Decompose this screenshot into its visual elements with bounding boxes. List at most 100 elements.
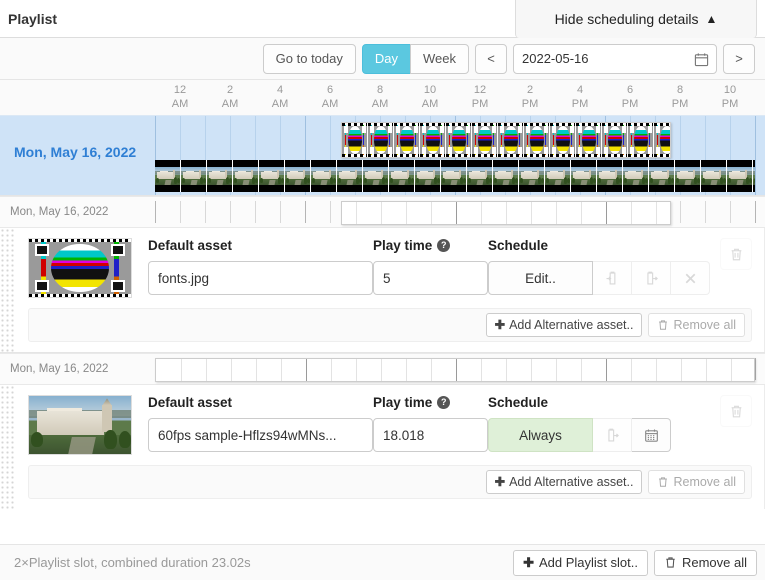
playlist-slot: Default asset Play time ? Schedule Edit.… [0,228,765,352]
play-time-label: Play time [373,238,433,253]
gantt-bar-frame [519,160,545,192]
time-axis-tick: 12 AM [160,83,200,111]
previous-period-button[interactable]: < [475,43,507,74]
remove-all-alternatives-label: Remove all [673,318,736,332]
paste-schedule-icon[interactable] [593,418,632,452]
mini-timeline-gridline [705,201,706,223]
time-axis-tick-hour: 2 [226,84,234,96]
mini-timeline-bar-gridline [306,359,307,381]
gantt-bar-frame [524,123,550,157]
remove-all-slots-label: Remove all [681,555,747,570]
time-axis-tick-meridiem: AM [321,98,339,110]
mini-timeline-gridline [180,201,181,223]
mini-timeline-bar-gridline [456,202,457,224]
mini-timeline-gridline [280,201,281,223]
gantt-bar-frame [727,160,753,192]
remove-all-alternatives-label: Remove all [673,475,736,489]
mini-timeline-bar-gridline [256,359,257,381]
slot-asset-thumbnail [28,395,132,455]
time-axis-tick-hour: 12 [473,84,487,96]
gantt-bar-frame [602,123,628,157]
add-playlist-slot-button[interactable]: ✚ Add Playlist slot.. [513,549,648,576]
hide-scheduling-details-button[interactable]: Hide scheduling details ▲ [515,0,757,38]
copy-schedule-icon[interactable] [593,261,632,295]
trash-icon [664,556,677,569]
delete-slot-button[interactable] [720,395,752,427]
play-time-input[interactable] [373,418,488,452]
gantt-bar[interactable] [341,122,671,158]
gantt-bar[interactable] [155,160,755,192]
slot-mini-timeline[interactable]: Mon, May 16, 2022 [0,196,765,228]
time-axis-tick: 10 PM [710,83,750,111]
go-to-today-button[interactable]: Go to today [262,43,356,74]
time-axis-tick: 4 PM [560,83,600,111]
play-time-input[interactable] [373,261,488,295]
mini-timeline-bar[interactable] [155,358,755,382]
schedule-always-button[interactable]: Always [488,418,593,452]
slot-drag-handle[interactable] [0,228,16,352]
gantt-bar-frame [415,160,441,192]
mini-timeline-gridline [305,201,306,223]
remove-all-alternatives-button[interactable]: Remove all [648,313,745,337]
slot-asset-thumbnail [28,238,132,298]
playlist-summary: 2×Playlist slot, combined duration 23.02… [14,555,251,570]
calendar-icon[interactable] [694,52,709,66]
schedule-label: Schedule [488,395,549,410]
paste-schedule-icon[interactable] [632,261,671,295]
calendar-schedule-icon[interactable] [632,418,671,452]
mini-timeline-gridline [155,201,156,223]
schedule-edit-button[interactable]: Edit.. [488,261,593,295]
gantt-bar-frame [550,123,576,157]
next-period-button[interactable]: > [723,43,755,74]
add-alternative-asset-button[interactable]: ✚ Add Alternative asset.. [485,470,643,494]
gantt-bar-frame [493,160,519,192]
mini-timeline-bar-gridline [431,359,432,381]
gantt-bar-frame [654,123,670,157]
mini-timeline-gridline [205,201,206,223]
time-axis-tick-hour: 4 [576,84,584,96]
time-axis-tick-meridiem: AM [371,98,389,110]
time-axis-tick-meridiem: PM [571,98,589,110]
mini-timeline-bar[interactable] [341,201,671,225]
default-asset-input[interactable] [148,418,373,452]
help-circle-icon[interactable]: ? [437,239,451,252]
gantt-bar-frame [363,160,389,192]
time-axis-tick: 8 AM [360,83,400,111]
mini-timeline-bar-gridline [506,359,507,381]
time-axis-tick-meridiem: PM [471,98,489,110]
mini-timeline-bar-gridline [606,202,607,224]
gantt-bar-frame [701,160,727,192]
help-circle-icon[interactable]: ? [437,396,451,409]
mini-timeline-bar-gridline [481,202,482,224]
mini-timeline-gridline [680,201,681,223]
time-axis-tick: 10 AM [410,83,450,111]
view-mode-week-button[interactable]: Week [410,43,469,74]
mini-timeline-bar-gridline [431,202,432,224]
add-alternative-asset-button[interactable]: ✚ Add Alternative asset.. [485,313,643,337]
date-input[interactable]: 2022-05-16 [513,43,717,74]
mini-timeline-bar-gridline [731,359,732,381]
default-asset-input[interactable] [148,261,373,295]
gantt-day-label: Mon, May 16, 2022 [14,144,137,160]
gantt-bar-filmstrip [155,160,755,192]
slot-mini-timeline[interactable]: Mon, May 16, 2022 [0,353,765,385]
slot-drag-handle[interactable] [0,385,16,509]
time-axis: 12 AM 2 AM 4 AM 6 AM 8 AM 10 AM 12 PM 2 PM 4 PM 6 PM 8 PM 10 PM [0,80,765,116]
view-mode-day-button[interactable]: Day [361,43,411,74]
gantt-bar-frame [337,160,363,192]
remove-all-slots-button[interactable]: Remove all [653,549,757,576]
time-axis-tick-meridiem: AM [171,98,189,110]
time-axis-tick-meridiem: AM [271,98,289,110]
remove-all-alternatives-button[interactable]: Remove all [648,470,745,494]
mini-timeline-bar-gridline [181,359,182,381]
date-input-value: 2022-05-16 [522,51,589,66]
default-asset-label: Default asset [148,238,233,253]
time-axis-tick-meridiem: PM [521,98,539,110]
delete-slot-button[interactable] [720,238,752,270]
trash-icon [657,476,669,488]
clear-schedule-icon[interactable] [671,261,710,295]
gantt-bar-frame [342,123,368,157]
gantt-bar-frame [155,160,181,192]
schedule-gantt[interactable]: Mon, May 16, 2022 [0,116,765,196]
mini-timeline-bar-gridline [381,359,382,381]
